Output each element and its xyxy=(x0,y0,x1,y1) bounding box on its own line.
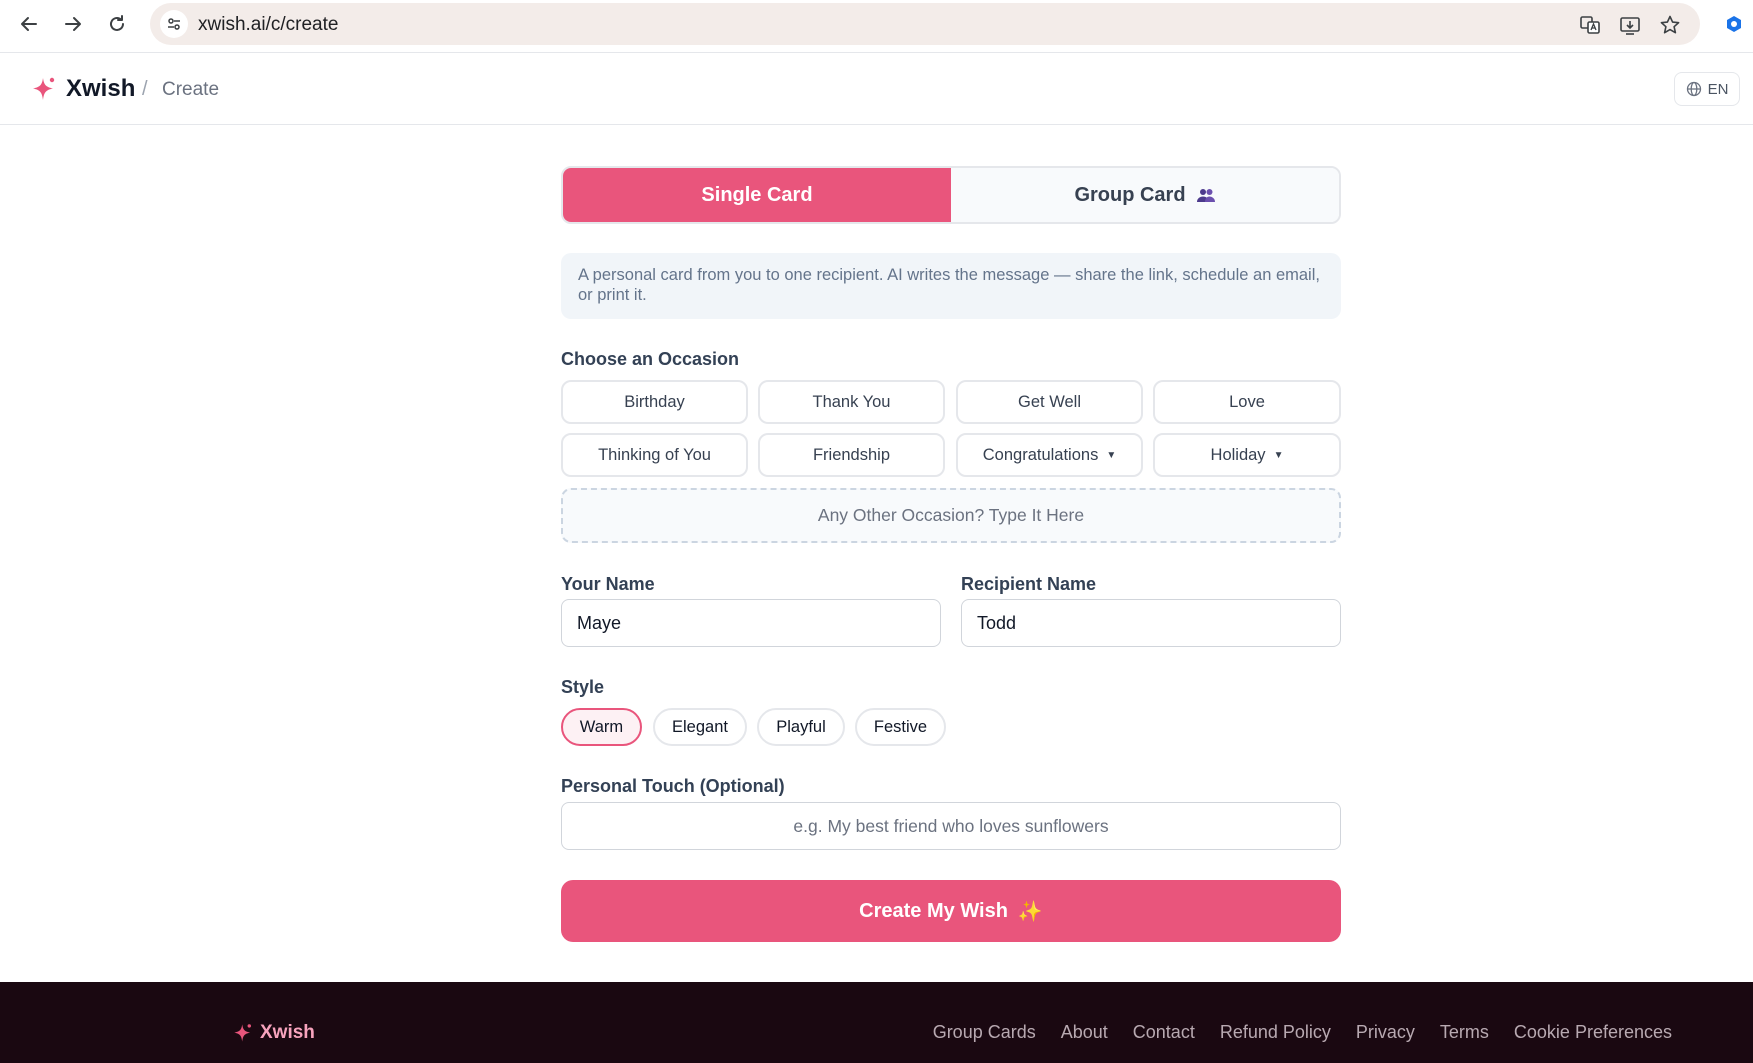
back-button[interactable] xyxy=(11,9,47,39)
tab-single-card[interactable]: Single Card xyxy=(563,168,951,222)
occasion-thinking-of-you[interactable]: Thinking of You xyxy=(561,433,748,477)
create-wish-label: Create My Wish xyxy=(859,899,1008,922)
breadcrumb-separator: / xyxy=(142,78,148,100)
footer-links: Group Cards About Contact Refund Policy … xyxy=(933,1022,1672,1043)
your-name-label: Your Name xyxy=(561,574,655,594)
style-playful-label: Playful xyxy=(776,717,826,736)
app-header: Xwish / Create EN xyxy=(0,53,1753,125)
caret-down-icon: ▼ xyxy=(1273,449,1284,461)
footer-link-terms[interactable]: Terms xyxy=(1440,1022,1489,1043)
language-button[interactable]: EN xyxy=(1674,72,1740,106)
occasion-holiday-label: Holiday xyxy=(1210,445,1266,464)
logo-link[interactable]: Xwish xyxy=(30,75,135,103)
language-label: EN xyxy=(1707,80,1729,98)
tab-single-card-label: Single Card xyxy=(701,183,813,206)
install-app-button[interactable] xyxy=(1618,13,1642,37)
logo-text: Xwish xyxy=(66,75,136,102)
card-type-tabs: Single Card Group Card xyxy=(561,166,1341,224)
your-name-input[interactable]: Maye xyxy=(561,599,941,647)
footer: Xwish Group Cards About Contact Refund P… xyxy=(0,982,1753,1063)
recipient-name-label: Recipient Name xyxy=(961,574,1097,594)
extension-button[interactable] xyxy=(1722,12,1746,36)
arrow-left-icon xyxy=(21,17,37,31)
browser-toolbar: xwish.ai/c/create xyxy=(0,0,1753,53)
recipient-name-value: Todd xyxy=(977,612,1017,633)
occasion-congratulations-label: Congratulations xyxy=(982,445,1099,464)
extension-icon xyxy=(1727,16,1741,32)
style-festive-label: Festive xyxy=(873,717,928,736)
style-warm[interactable]: Warm xyxy=(561,708,642,746)
create-wish-button[interactable]: Create My Wish ✨ xyxy=(561,880,1341,942)
arrow-right-icon xyxy=(65,17,81,31)
forward-button[interactable] xyxy=(55,9,91,39)
occasion-holiday-dropdown[interactable]: Holiday ▼ xyxy=(1153,433,1341,477)
caret-down-icon: ▼ xyxy=(1106,449,1117,461)
style-label: Style xyxy=(561,677,605,697)
style-elegant-label: Elegant xyxy=(672,717,728,736)
occasion-congratulations-dropdown[interactable]: Congratulations ▼ xyxy=(956,433,1143,477)
occasion-thank-you[interactable]: Thank You xyxy=(758,380,945,424)
sparkle-icon xyxy=(33,77,55,100)
occasion-thinking-of-you-label: Thinking of You xyxy=(598,445,711,464)
translate-button[interactable] xyxy=(1578,13,1602,37)
bookmark-button[interactable] xyxy=(1658,13,1682,37)
footer-link-group-cards[interactable]: Group Cards xyxy=(933,1022,1036,1043)
your-name-value: Maye xyxy=(577,612,622,633)
star-icon xyxy=(1660,15,1680,34)
occasion-thank-you-label: Thank You xyxy=(812,392,891,411)
sparkles-emoji: ✨ xyxy=(1017,900,1043,923)
people-icon xyxy=(1196,189,1215,202)
site-info-button[interactable] xyxy=(160,10,188,38)
footer-link-refund-policy[interactable]: Refund Policy xyxy=(1220,1022,1331,1043)
personal-touch-label: Personal Touch (Optional) xyxy=(561,776,785,796)
tune-icon xyxy=(168,18,180,30)
tab-group-card-label: Group Card xyxy=(1074,183,1186,206)
style-elegant[interactable]: Elegant xyxy=(653,708,747,746)
breadcrumb-current: Create xyxy=(162,79,220,100)
footer-logo-text: Xwish xyxy=(260,1022,315,1043)
occasion-friendship-label: Friendship xyxy=(812,445,891,464)
occasion-love-label: Love xyxy=(1229,392,1265,411)
occasion-friendship[interactable]: Friendship xyxy=(758,433,945,477)
info-box: A personal card from you to one recipien… xyxy=(561,253,1341,319)
globe-icon xyxy=(1686,81,1701,97)
personal-touch-input[interactable]: e.g. My best friend who loves sunflowers xyxy=(561,802,1341,850)
footer-logo-link[interactable]: Xwish xyxy=(232,1022,315,1044)
translate-icon xyxy=(1580,16,1600,34)
style-warm-label: Warm xyxy=(579,717,624,736)
style-playful[interactable]: Playful xyxy=(757,708,845,746)
reload-button[interactable] xyxy=(99,9,135,39)
address-bar[interactable]: xwish.ai/c/create xyxy=(150,3,1700,45)
footer-link-privacy[interactable]: Privacy xyxy=(1356,1022,1415,1043)
occasion-birthday-label: Birthday xyxy=(624,392,685,411)
other-occasion-input[interactable]: Any Other Occasion? Type It Here xyxy=(561,488,1341,543)
occasion-birthday[interactable]: Birthday xyxy=(561,380,748,424)
occasion-love[interactable]: Love xyxy=(1153,380,1341,424)
sparkle-icon xyxy=(234,1024,252,1042)
tab-group-card[interactable]: Group Card xyxy=(951,168,1339,222)
install-icon xyxy=(1620,17,1640,35)
footer-link-cookie-preferences[interactable]: Cookie Preferences xyxy=(1514,1022,1672,1043)
occasion-get-well-label: Get Well xyxy=(1018,392,1081,411)
reload-icon xyxy=(110,15,124,31)
footer-link-contact[interactable]: Contact xyxy=(1133,1022,1195,1043)
recipient-name-input[interactable]: Todd xyxy=(961,599,1341,647)
occasion-label: Choose an Occasion xyxy=(561,349,740,369)
footer-link-about[interactable]: About xyxy=(1061,1022,1108,1043)
url-text[interactable]: xwish.ai/c/create xyxy=(198,14,338,36)
style-festive[interactable]: Festive xyxy=(855,708,946,746)
occasion-get-well[interactable]: Get Well xyxy=(956,380,1143,424)
